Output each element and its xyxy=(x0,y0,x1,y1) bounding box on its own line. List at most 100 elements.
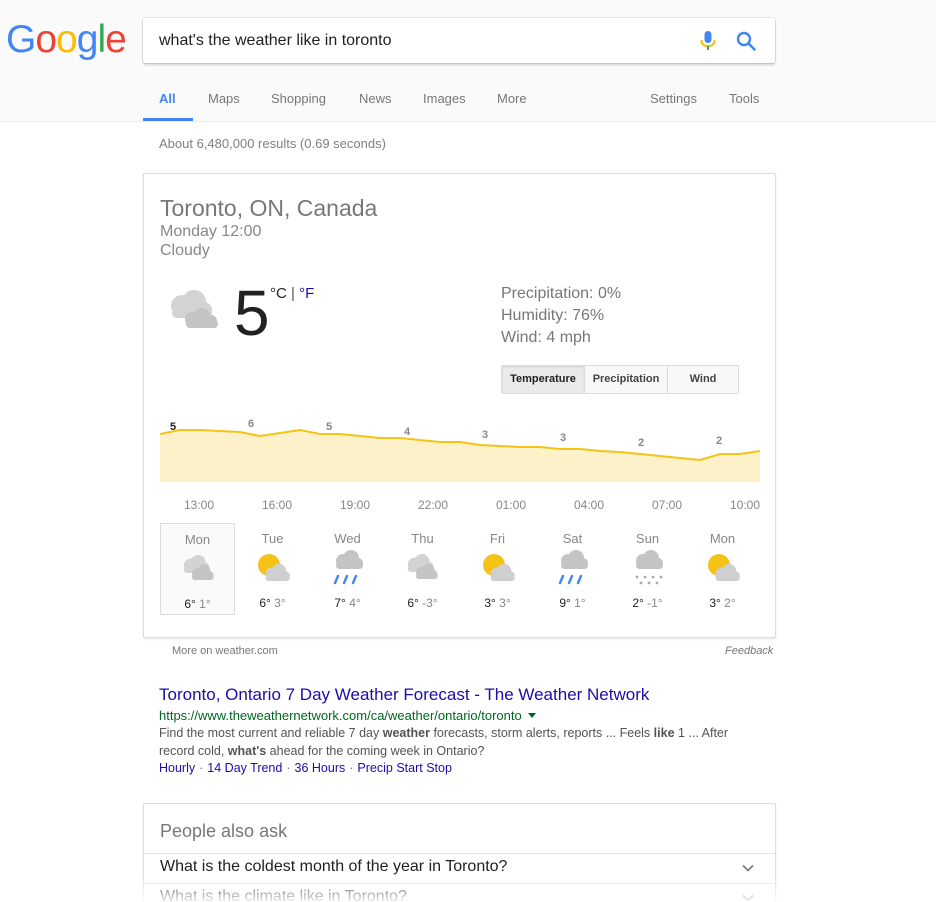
day-name: Sun xyxy=(635,531,660,546)
search-box[interactable] xyxy=(143,18,775,63)
day-temps: 6° -3° xyxy=(385,596,460,610)
day-temps: 9° 1° xyxy=(535,596,610,610)
temperature-button[interactable]: Temperature xyxy=(502,366,585,393)
paa-question-text: What is the climate like in Toronto? xyxy=(160,888,407,902)
temperature-chart[interactable]: 5 6 5 4 3 3 2 2 xyxy=(160,414,760,494)
sitelink[interactable]: 36 Hours xyxy=(295,761,346,775)
search-tabs: All Maps Shopping News Images More Setti… xyxy=(0,82,936,122)
unit-fahrenheit[interactable]: °F xyxy=(299,285,314,302)
low-temp: -1° xyxy=(647,596,663,610)
sitelink[interactable]: Precip Start Stop xyxy=(357,761,452,775)
unit-celsius[interactable]: °C xyxy=(270,285,287,302)
high-temp: 6° xyxy=(259,596,271,610)
chart-value-label: 2 xyxy=(638,437,644,449)
forecast-day[interactable]: Fri 3° 3° xyxy=(460,523,535,615)
snippet-highlight: what's xyxy=(227,744,267,758)
wind-button[interactable]: Wind xyxy=(668,366,738,393)
forecast-day[interactable]: Mon 6° 1° xyxy=(160,523,235,615)
logo-letter: g xyxy=(76,18,99,61)
precipitation-button[interactable]: Precipitation xyxy=(585,366,668,393)
low-temp: 1° xyxy=(199,597,211,611)
mic-icon[interactable] xyxy=(698,30,718,52)
result-url: https://www.theweathernetwork.com/ca/wea… xyxy=(159,708,536,723)
sitelink[interactable]: Hourly xyxy=(159,761,195,775)
tab-more[interactable]: More xyxy=(497,91,527,122)
hour-labels: 13:00 16:00 19:00 22:00 01:00 04:00 07:00 10:00 xyxy=(160,496,760,514)
sitelink-separator: · xyxy=(199,761,204,775)
snippet-highlight: weather xyxy=(382,726,430,740)
tab-news[interactable]: News xyxy=(359,91,392,122)
hour-label: 19:00 xyxy=(339,498,371,512)
day-temps: 3° 2° xyxy=(685,596,760,610)
sitelink-separator: · xyxy=(349,761,354,775)
search-input[interactable] xyxy=(159,18,679,63)
weather-details: Precipitation: 0% Humidity: 76% Wind: 4 … xyxy=(501,283,621,349)
weather-time: Monday 12:00 xyxy=(160,223,262,240)
sitelink[interactable]: 14 Day Trend xyxy=(207,761,282,775)
snippet-text: ahead for the coming week in Ontario? xyxy=(266,744,485,758)
tab-shopping[interactable]: Shopping xyxy=(271,91,326,122)
wind-value: Wind: 4 mph xyxy=(501,329,591,346)
high-temp: 2° xyxy=(632,596,644,610)
chevron-down-icon[interactable] xyxy=(741,861,755,875)
snippet-text: forecasts, storm alerts, reports ... Fee… xyxy=(429,726,654,740)
day-temps: 6° 1° xyxy=(161,597,234,611)
weather-condition: Cloudy xyxy=(160,242,210,259)
paa-question[interactable]: What is the coldest month of the year in… xyxy=(144,853,775,883)
chevron-down-icon[interactable] xyxy=(741,891,755,902)
rain-icon xyxy=(558,550,588,585)
cloudy-icon xyxy=(407,553,438,579)
day-temps: 7° 4° xyxy=(310,596,385,610)
paa-question-text: What is the coldest month of the year in… xyxy=(160,858,508,875)
tab-images[interactable]: Images xyxy=(423,91,466,122)
logo-letter: e xyxy=(105,18,127,61)
forecast-day[interactable]: Thu 6° -3° xyxy=(385,523,460,615)
hour-label: 07:00 xyxy=(651,498,683,512)
high-temp: 3° xyxy=(709,596,721,610)
day-name: Tue xyxy=(261,531,284,546)
day-name: Mon xyxy=(184,532,211,547)
day-name: Sat xyxy=(562,531,583,546)
tab-maps[interactable]: Maps xyxy=(208,91,240,122)
search-icon[interactable] xyxy=(735,30,757,52)
partly-cloudy-icon xyxy=(258,554,290,581)
chart-value-label: 6 xyxy=(248,418,254,430)
result-title[interactable]: Toronto, Ontario 7 Day Weather Forecast … xyxy=(159,685,649,705)
forecast-day[interactable]: Tue 6° 3° xyxy=(235,523,310,615)
forecast-day[interactable]: Sat 9° 1° xyxy=(535,523,610,615)
hour-label: 16:00 xyxy=(261,498,293,512)
precipitation-value: Precipitation: 0% xyxy=(501,285,622,302)
google-logo[interactable]: Google xyxy=(6,18,130,62)
paa-title: People also ask xyxy=(160,821,288,841)
tab-tools[interactable]: Tools xyxy=(729,91,759,122)
current-temperature: 5 xyxy=(234,277,270,349)
high-temp: 6° xyxy=(184,597,196,611)
chart-value-label: 5 xyxy=(170,421,176,433)
header: Google All Maps Shopping News Images Mor… xyxy=(0,0,936,122)
url-dropdown-icon[interactable] xyxy=(527,713,536,718)
paa-question[interactable]: What is the climate like in Toronto? xyxy=(144,883,775,902)
forecast-day[interactable]: Sun 2° -1° xyxy=(610,523,685,615)
forecast-day[interactable]: Mon 3° 2° xyxy=(685,523,760,615)
chart-value-label: 2 xyxy=(716,435,722,447)
result-url-text: https://www.theweathernetwork.com/ca/wea… xyxy=(159,708,522,723)
logo-letter: o xyxy=(56,18,78,61)
chart-value-label: 5 xyxy=(326,421,332,433)
partly-cloudy-icon xyxy=(708,554,740,581)
more-on-weather-link[interactable]: More on weather.com xyxy=(172,645,278,657)
active-tab-indicator xyxy=(143,118,193,121)
snow-icon xyxy=(635,550,663,585)
hour-label: 22:00 xyxy=(417,498,449,512)
forecast-day[interactable]: Wed 7° 4° xyxy=(310,523,385,615)
hour-label: 04:00 xyxy=(573,498,605,512)
day-name: Thu xyxy=(411,531,434,546)
chart-value-label: 3 xyxy=(482,429,488,441)
high-temp: 7° xyxy=(334,596,346,610)
logo-letter: o xyxy=(35,18,57,61)
unit-separator: | xyxy=(286,285,300,302)
low-temp: 3° xyxy=(499,596,511,610)
daily-forecast: Mon 6° 1° Tue 6° 3° Wed 7° 4° Thu 6° -3° Fri 3° 3… xyxy=(160,523,760,615)
tab-settings[interactable]: Settings xyxy=(650,91,697,122)
day-temps: 6° 3° xyxy=(235,596,310,610)
feedback-link[interactable]: Feedback xyxy=(725,645,773,657)
